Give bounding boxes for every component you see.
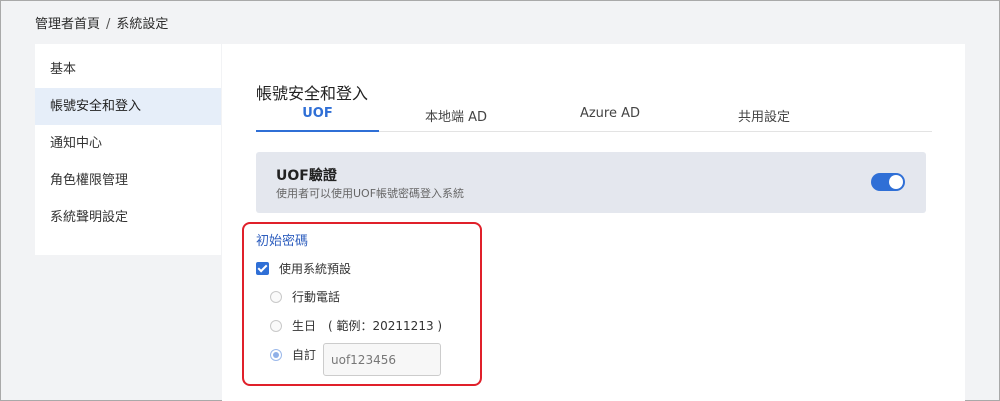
- option-mobile-radio[interactable]: [270, 290, 282, 303]
- sidebar-item-role-permissions[interactable]: 角色權限管理: [35, 162, 221, 199]
- option-custom-label: 自訂: [292, 348, 317, 362]
- custom-password-input[interactable]: [323, 343, 441, 376]
- option-birthday-row[interactable]: 生日 ( 範例：20211213 ): [270, 317, 442, 334]
- uof-auth-title: UOF驗證: [276, 168, 337, 184]
- sidebar-item-account-security[interactable]: 帳號安全和登入: [35, 88, 221, 125]
- option-mobile-row[interactable]: 行動電話: [270, 288, 340, 305]
- settings-sidebar: 基本 帳號安全和登入 通知中心 角色權限管理 系統聲明設定: [35, 44, 221, 255]
- sidebar-item-notification-center[interactable]: 通知中心: [35, 125, 221, 162]
- option-custom-radio[interactable]: [270, 348, 282, 361]
- use-default-label: 使用系統預設: [279, 262, 352, 276]
- option-birthday-label: 生日: [292, 319, 317, 333]
- uof-auth-description: 使用者可以使用UOF帳號密碼登入系統: [276, 187, 465, 200]
- tab-uof[interactable]: UOF: [256, 106, 379, 132]
- sidebar-item-basic[interactable]: 基本: [35, 51, 221, 88]
- tab-local-ad[interactable]: 本地端 AD: [394, 106, 518, 132]
- breadcrumb-home[interactable]: 管理者首頁: [35, 17, 100, 32]
- breadcrumb-separator: /: [106, 17, 111, 32]
- sidebar-item-system-statement[interactable]: 系統聲明設定: [35, 199, 221, 236]
- tab-bar: UOF 本地端 AD Azure AD 共用設定: [256, 106, 932, 132]
- uof-auth-toggle[interactable]: [871, 173, 905, 191]
- tab-azure-ad[interactable]: Azure AD: [548, 106, 672, 132]
- breadcrumb: 管理者首頁 / 系統設定: [35, 13, 168, 32]
- tab-shared-settings[interactable]: 共用設定: [702, 106, 826, 132]
- option-custom-row[interactable]: 自訂: [270, 346, 316, 363]
- use-default-row[interactable]: 使用系統預設: [256, 260, 351, 277]
- option-birthday-example: ( 範例：20211213 ): [328, 319, 443, 333]
- toggle-knob: [889, 175, 903, 189]
- page-title: 帳號安全和登入: [256, 84, 369, 103]
- initial-password-title: 初始密碼: [256, 234, 309, 249]
- option-mobile-label: 行動電話: [292, 290, 341, 304]
- uof-auth-card: UOF驗證 使用者可以使用UOF帳號密碼登入系統: [256, 152, 926, 213]
- use-default-checkbox[interactable]: [256, 262, 269, 275]
- breadcrumb-current: 系統設定: [116, 17, 169, 32]
- option-birthday-radio[interactable]: [270, 319, 282, 332]
